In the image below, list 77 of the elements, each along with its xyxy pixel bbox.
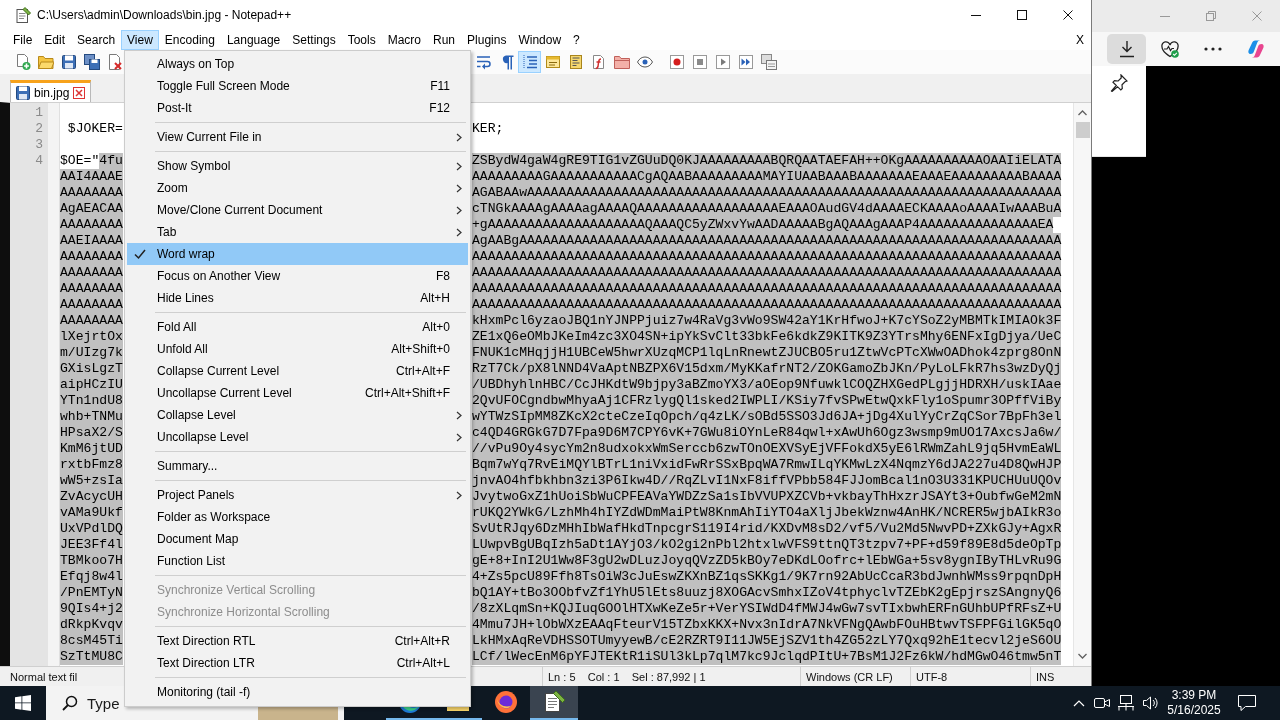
file-type-label: Normal text fil: [10, 670, 78, 683]
code-text: LkHMxAqReVDHSSOTUmyyewB/cE2RZRT9I11JW5EjSZV1th4ZG52zLY7Qxq92hE1tecvl2jeS6OU: [472, 633, 1062, 649]
code-text: dRkpKvqv: [60, 617, 123, 633]
code-text: bQ1AY+tBo3OObfvZf1YhU5lEts8uuzj8XOGAcvSmhxIZoV4tphyclvTZEbK2gEpjrszSAngnyQ6: [472, 585, 1062, 601]
code-text: 4fu: [99, 153, 123, 169]
code-text: AAAAAAAAAAAAAAAAAAAAAAAAAAAAAAAAAAAAAAAAAAAAAAAAAAAAAAAAAAAAAAAAAAAAAAAAAAA: [472, 281, 1062, 297]
line-number: 3: [34, 137, 44, 153]
code-text: /PnEMTyN: [60, 585, 123, 601]
code-text: whb+TNMu: [60, 409, 123, 425]
code-text: rUKQ2YWkG/LzhMh4hIYZdWDmMaiPtW8KnmAhIiYTO4aXljJbekWznw4AnHK/NCRER5wjbAIkR3o: [472, 505, 1062, 521]
code-text: AgAEACAA: [60, 201, 123, 217]
code-text: HPsaX2/S: [60, 425, 123, 441]
code-text: rxtbFmz8: [60, 457, 123, 473]
code-text: AAAAAAAA: [60, 185, 123, 201]
code-text: /8zXLqmSn+KQJIuqGOOlHTXwKeZe5r+VerYSIWdD4fMWJ4wGw7svTIxbwhERFnGUhbUPfRFsZ+U: [472, 601, 1062, 617]
code-text: aipHCzIU: [60, 377, 123, 393]
cursor-position: Ln : 5 Col : 1 Sel : 87,992 | 1: [548, 670, 706, 683]
code-text: LCf/lWecEnM6pYFJTEKtR1iSUl3kLp7qlM7kc9JclqdPItU+7BsM1J2Fz6kW/hdMGwO46tmw5nT: [472, 649, 1062, 665]
code-text: wYTWzSIpMM8ZKcX2cteCzeIqOpch/q4zLK/sOBd5SSO3Jd6JA+jDg4XulYyCrZqCSor7BpFh3el: [472, 409, 1062, 425]
code-text: jnvAO4hfbkhbn3zi3P6Ikw4D//RqZLvI1NxF8iffVPbb584FJJomBcal1nO3U331KPUCHUuUQOv: [472, 473, 1062, 489]
code-text: YTn1ndU8: [60, 393, 123, 409]
code-text: m/UIzg7k: [60, 345, 123, 361]
code-text: wW5+zsIa: [60, 473, 123, 489]
code-text: RzT7Ck/pX8lNND4VaAptNBZPX6V15dxm/MyKKafrNT2/ZOKGamoZbJKn/PyLoLFkR7hs3wzDyQj: [472, 361, 1062, 377]
line-number: 1: [34, 105, 44, 121]
code-text: vAMa9Ukf: [60, 505, 123, 521]
code-text: AAAAAAAAAAAAAAAAAAAAAAAAAAAAAAAAAAAAAAAAAAAAAAAAAAAAAAAAAAAAAAAAAAAAAAAAAAA: [472, 297, 1062, 313]
code-text: 2QvUFOCgndbwMhyaAj1CFRzlygQl1sked2IWPLI/KSiy7fvSPwEtwQxkFly1oSpumr3OPffViBy: [472, 393, 1062, 409]
code-text: ZSBydW4gaW4gRE9TIG1vZGUuDQ0KJAAAAAAAAABQRQAATAEFAH++OKgAAAAAAAAAAOAAIiELATA: [472, 153, 1062, 169]
code-text: AAAAAAAA: [60, 249, 123, 265]
code-text: $OE=": [60, 153, 100, 169]
code-text: AgAABgAAAAAAAAAAAAAAAAAAAAAAAAAAAAAAAAAAAAAAAAAAAAAAAAAAAAAAAAAAAAAAAAAAAAA: [472, 233, 1062, 249]
code-text: 9QIs4+j2: [60, 601, 123, 617]
code-text: AAAAAAAAAAAAAAAAAAAAAAAAAAAAAAAAAAAAAAAAAAAAAAAAAAAAAAAAAAAAAAAAAAAAAAAAAAA: [472, 265, 1062, 281]
code-text: KmM6jtUD: [60, 441, 123, 457]
code-text: 4+Zs5pcU89Ffh8TsOiW3cJuEswZKXnBZ1qsSKKg1/9K7rn92AbUcCcaR3bdJwnhWMss9rpqnDpH: [472, 569, 1062, 585]
code-text: AAAAAAAA: [60, 297, 123, 313]
code-text: +gAAAAAAAAAAAAAAAAAAAAQAAAQC5yZWxvYwAADAAAAABgAQAAAgAAAP4AAAAAAAAAAAAAAAEA: [472, 217, 1054, 233]
code-text: $JOKER=: [66, 121, 123, 137]
code-text: AAAAAAAAAAAAAAAAAAAAAAAAAAAAAAAAAAAAAAAAAAAAAAAAAAAAAAAAAAAAAAAAAAAAAAAAAAA: [472, 249, 1062, 265]
code-text: Efqj8w4l: [60, 569, 123, 585]
code-text: AAAAAAAA: [60, 281, 123, 297]
code-text: ZE1xQ6eOMbJKeIm4zc3XO4SN+ipYkSvClt33bkFe6kdkZ9KITK9Z3YTrsMhy6ENFxIgDjya/UeC: [472, 329, 1062, 345]
code-text: JEE3Ff4l: [60, 537, 123, 553]
code-text: SvUtRJqy6DzMHhIbWafHkdTnpcgrS119I4rid/KXDvM8sD2/vf5/Vu2Md5NwvPD+ZXkGJy+AgxR: [472, 521, 1062, 537]
code-text: GXisLgzT: [60, 361, 123, 377]
code-text: TBMkoo7H: [60, 553, 123, 569]
line-number: 2: [34, 121, 44, 137]
code-text: LUwpvBgUBqIzh5aDt1AYjO3/kO2gi2nPbl2htxlwVFS9ttnQT3tzpv7+PF+d59f89E8d5deOpTp: [472, 537, 1062, 553]
code-text: SzTtMU8C: [60, 649, 123, 665]
code-text: FNUK1cMHqjjH1UBCeW5hwrXUzqMCP1lqLnRnewtZJUCBO5ru1ZtwVcPTcXWwOADhok4zprg8OnN: [472, 345, 1062, 361]
code-text: AAEIAAAA: [60, 233, 123, 249]
window-title: C:\Users\admin\Downloads\bin.jpg - Notepad++: [37, 8, 292, 22]
code-text: 8csM45Ti: [60, 633, 123, 649]
code-text: //vPu9Oy4sycYm2n8udxokxWmSerccb6zwTOnOEXVSyEjVFFokdX5yE6lRWmZahL9jq5HvmEaWL: [472, 441, 1062, 457]
code-text: /UBDhyhlnHBC/CcJHKdtW9bjpy3aBZmoYX3/aOEop9NfuwklCOQZHXGedPLgjjHDRXH/uskIAae: [472, 377, 1062, 393]
code-text: UxVPdlDQ: [60, 521, 123, 537]
code-text: ZvAcycUH: [60, 489, 123, 505]
code-text: c4QD4GRGkG7D7Fpa9D6M7CPY6vK+7GWu8iOYnLeR84qwl+xAwUh6Ogz3wsmp9mUO17AxcsJa6w/: [472, 425, 1062, 441]
encoding-label: UTF-8: [916, 670, 948, 683]
code-text: gE+8+InI2U1Ww8F3gU2wDLuzJoyqQVzZD5kBOy7eDKdLOofrc+lEbWGa+5sv8ygnIByTHLvRu9G: [472, 553, 1062, 569]
code-text: AAAAAAAA: [60, 313, 123, 329]
code-text: AGABAAwAAAAAAAAAAAAAAAAAAAAAAAAAAAAAAAAAAAAAAAAAAAAAAAAAAAAAAAAAAAAAAAAAAAA: [472, 185, 1062, 201]
code-text: JvytwoGxZ1hUoiSbWuCPFEAVaYWDZzSa1sIbVVUPXZCVb+vkbayThHxzrJSAYt3+OubfwGeM2mN: [472, 489, 1062, 505]
code-text: Bqm7wYq7RvEiMQYlBTrL1niVxidFwRrSSxBpqWA7RmwILqYKMwLzX4NqmzY6dJA227u4D8QwHJP: [472, 457, 1062, 473]
code-text: kHxmPcl6yzaoJBQ1nYJNPPjuiz7w4RaVg3vWo9SW42aY1KrHfwoJ+K7cYSoZ2yMBMTkIMIAOk3F: [472, 313, 1062, 329]
insert-mode-label: INS: [1036, 670, 1055, 683]
code-text: lXejrtOx: [60, 329, 123, 345]
code-text: KER;: [472, 121, 504, 137]
code-text: cTNGkAAAAgAAAAagAAAAQAAAAAAAAAAAAAAAAAAEAAAOAudGV4dAAAAECKAAAAoAAAAIwAAABuA: [472, 201, 1062, 217]
code-text: 4Mmu7JH+lObWXzEAAqFteurV15TZbxKKX+Nvx3nIdrA7NkVFNgQAwbFOuHBtwvTSFPFGilGK5qO: [472, 617, 1062, 633]
code-text: AAI4AAAE: [60, 169, 123, 185]
line-ending-label: Windows (CR LF): [806, 670, 893, 683]
line-number: 4: [34, 153, 44, 169]
code-text: AAAAAAAA: [60, 217, 123, 233]
code-text: AAAAAAAAAGAAAAAAAAAAACgAQAABAAAAAAAAAMAYIUAABAAABAAAAAAAEAAAEAAAAAAAAABAAAA: [472, 169, 1062, 185]
code-text: AAAAAAAA: [60, 265, 123, 281]
